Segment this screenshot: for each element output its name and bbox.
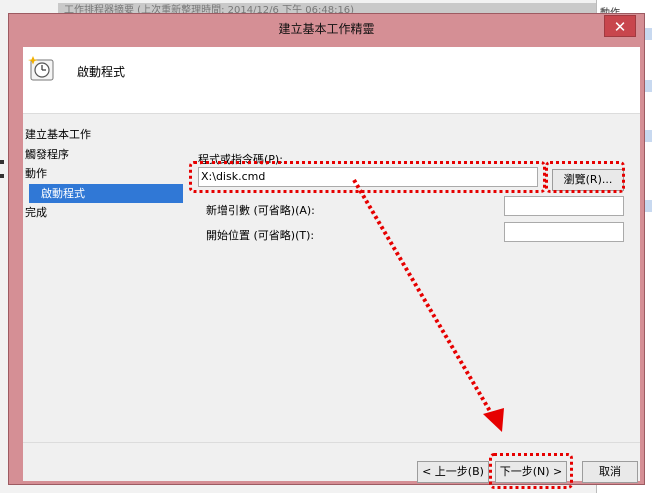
program-input[interactable]: X:\disk.cmd (198, 167, 538, 187)
wizard-header: 啟動程式 (23, 47, 640, 114)
footer-divider (23, 442, 640, 443)
wizard-steps: 建立基本工作 觸發程序 動作 啟動程式 完成 (23, 125, 183, 223)
step-finish[interactable]: 完成 (23, 203, 183, 223)
cancel-button[interactable]: 取消 (582, 461, 638, 483)
next-button[interactable]: 下一步(N) > (495, 461, 567, 483)
arguments-label: 新增引數 (可省略)(A): (206, 204, 315, 217)
start-in-input[interactable] (504, 222, 624, 242)
dialog-title: 建立基本工作精靈 (278, 22, 375, 36)
browse-button[interactable]: 瀏覽(R)... (552, 169, 624, 191)
wizard-page-title: 啟動程式 (77, 65, 126, 79)
program-label: 程式或指令碼(P): (198, 153, 283, 166)
dialog-client-area: 啟動程式 建立基本工作 觸發程序 動作 啟動程式 完成 程式或指令碼(P): X… (23, 47, 640, 489)
start-in-label: 開始位置 (可省略)(T): (206, 229, 315, 242)
clock-task-icon (28, 56, 54, 81)
close-icon: ✕ (613, 18, 627, 36)
wizard-dialog: 建立基本工作精靈 ✕ 啟動程式 建立基本工作 觸發程序 動作 啟動程式 完成 程… (8, 13, 645, 489)
step-action[interactable]: 動作 (23, 164, 183, 184)
close-button[interactable]: ✕ (604, 15, 636, 37)
back-button[interactable]: < 上一步(B) (417, 461, 489, 483)
step-create-basic-task[interactable]: 建立基本工作 (23, 125, 183, 145)
step-start-program[interactable]: 啟動程式 (29, 183, 183, 203)
step-trigger[interactable]: 觸發程序 (23, 145, 183, 165)
arguments-input[interactable] (504, 196, 624, 216)
